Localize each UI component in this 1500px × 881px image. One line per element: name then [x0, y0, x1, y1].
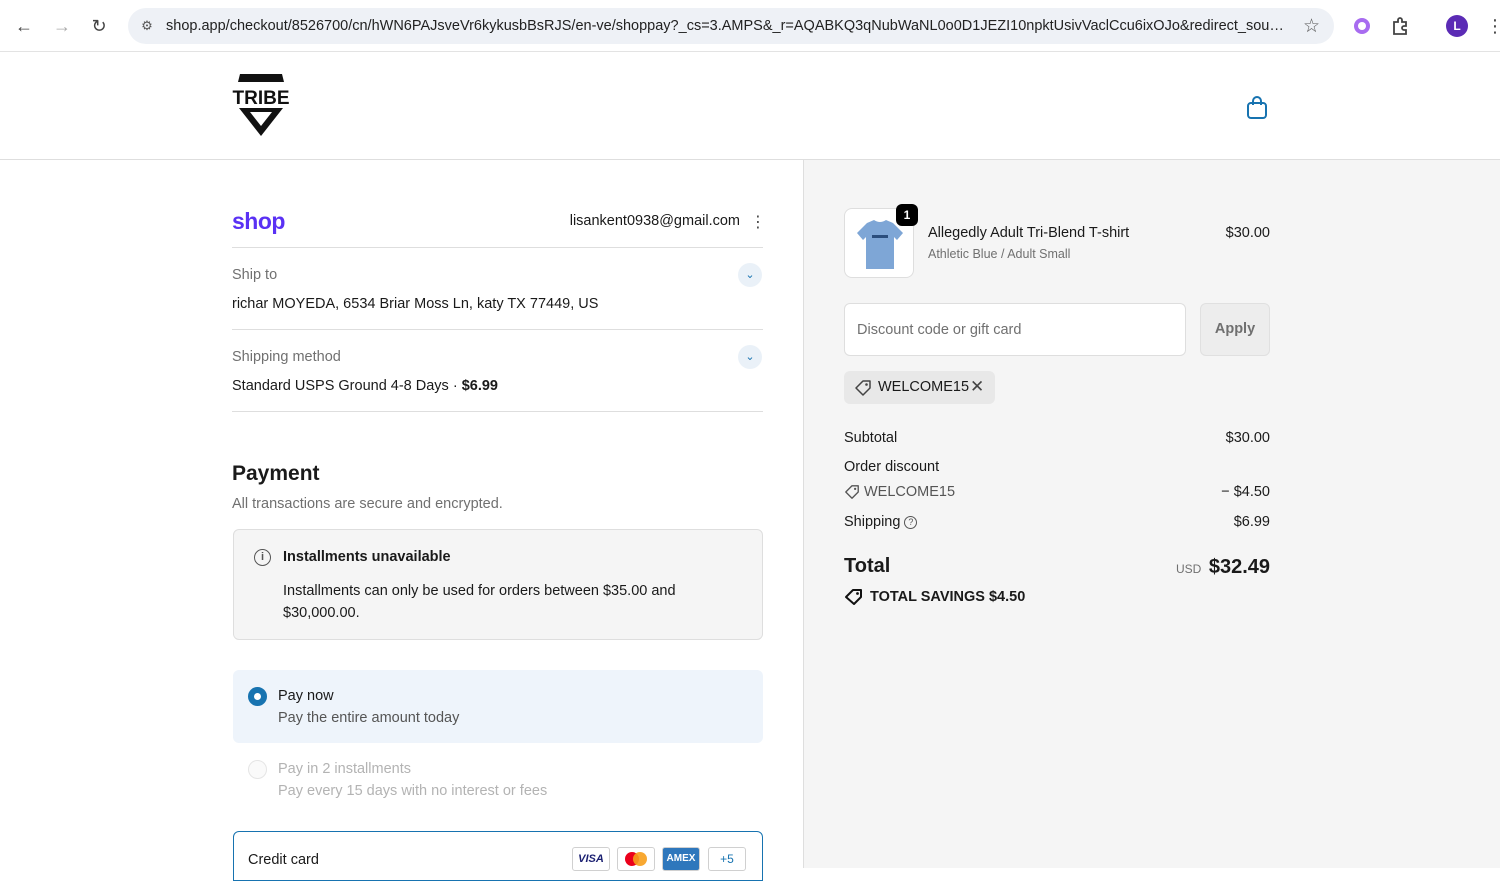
extension-icon[interactable] — [1350, 14, 1374, 38]
tag-icon — [845, 485, 859, 499]
shipping-method-expand-chevron-icon[interactable]: ⌄ — [738, 345, 762, 369]
remove-discount-close-icon[interactable]: ✕ — [970, 377, 984, 397]
bookmark-star-icon[interactable]: ☆ — [1303, 15, 1320, 38]
divider — [232, 247, 763, 248]
order-summary: 1 Allegedly Adult Tri-Blend T-shirt Athl… — [804, 160, 1500, 868]
product-price: $30.00 — [1225, 225, 1270, 241]
checkout-main: shop lisankent0938@gmail.com ⋮ Ship to ⌄… — [0, 160, 804, 881]
amex-icon: AMEX — [662, 847, 700, 871]
total-currency: USD — [1176, 562, 1202, 576]
pay-now-option[interactable]: Pay now Pay the entire amount today — [233, 670, 763, 743]
url-text[interactable]: shop.app/checkout/8526700/cn/hWN6PAJsveV… — [166, 17, 1286, 35]
shipping-label-text: Shipping — [844, 514, 901, 530]
ship-to-label: Ship to — [232, 267, 278, 283]
discount-code-input[interactable]: Discount code or gift card — [844, 303, 1186, 356]
ship-to-address: richar MOYEDA, 6534 Briar Moss Ln, katy … — [232, 296, 599, 312]
total-savings: TOTAL SAVINGS $4.50 — [870, 589, 1026, 605]
forward-icon[interactable]: → — [50, 14, 74, 38]
option-title: Pay now — [278, 688, 334, 704]
subtotal-value: $30.00 — [1225, 430, 1270, 446]
more-cards-badge: +5 — [708, 847, 746, 871]
store-header: TRIBE — [0, 52, 1500, 160]
discount-amount: − $4.50 — [1221, 484, 1270, 500]
total-value: $32.49 — [1208, 556, 1270, 578]
account-email: lisankent0938@gmail.com — [569, 213, 740, 229]
order-discount-label: Order discount — [844, 459, 940, 475]
browser-toolbar: ← → ↻ ⚙ shop.app/checkout/8526700/cn/hWN… — [0, 0, 1500, 52]
profile-avatar[interactable]: L — [1446, 15, 1468, 37]
mastercard-icon — [617, 847, 655, 871]
address-bar[interactable]: ⚙ shop.app/checkout/8526700/cn/hWN6PAJsv… — [128, 8, 1334, 44]
ship-to-expand-chevron-icon[interactable]: ⌄ — [738, 263, 762, 287]
quantity-badge: 1 — [896, 204, 918, 226]
cart-bag-icon[interactable] — [1244, 94, 1270, 120]
info-icon: i — [254, 549, 271, 566]
installments-radio — [248, 760, 267, 779]
credit-card-label: Credit card — [248, 852, 319, 868]
option-subtitle: Pay every 15 days with no interest or fe… — [278, 783, 548, 799]
shipping-value: $6.99 — [1233, 514, 1270, 530]
tag-icon — [855, 380, 871, 396]
back-icon[interactable]: ← — [12, 14, 36, 38]
installments-notice: i Installments unavailable Installments … — [233, 529, 763, 640]
pay-in-installments-option: Pay in 2 installments Pay every 15 days … — [233, 743, 763, 816]
reload-icon[interactable]: ↻ — [87, 14, 111, 38]
subtotal-label: Subtotal — [844, 430, 898, 446]
savings-tag-icon — [845, 589, 862, 605]
credit-card-option[interactable]: Credit card VISA AMEX +5 — [233, 831, 763, 881]
pay-now-radio[interactable] — [248, 687, 267, 706]
apply-discount-button[interactable]: Apply — [1200, 303, 1270, 356]
svg-text:TRIBE: TRIBE — [233, 88, 290, 109]
store-logo[interactable]: TRIBE — [232, 72, 290, 138]
shipping-method-name: Standard USPS Ground 4-8 Days · — [232, 378, 462, 394]
divider — [232, 411, 763, 412]
shipping-label: Shipping? — [844, 514, 918, 530]
extensions-puzzle-icon[interactable] — [1389, 14, 1413, 38]
shipping-method-label: Shipping method — [232, 349, 341, 365]
shipping-method-value: Standard USPS Ground 4-8 Days · $6.99 — [232, 378, 498, 394]
applied-code: WELCOME15 — [878, 379, 970, 395]
shop-pay-logo: shop — [232, 208, 285, 234]
site-settings-icon[interactable]: ⚙ — [138, 17, 156, 35]
total-label: Total — [844, 555, 891, 577]
browser-menu-icon[interactable]: ⋮ — [1486, 14, 1500, 38]
help-icon[interactable]: ? — [904, 516, 918, 529]
product-variant: Athletic Blue / Adult Small — [928, 247, 1071, 261]
applied-discount-tag: WELCOME15 ✕ — [844, 371, 995, 404]
visa-icon: VISA — [572, 847, 610, 871]
divider — [232, 329, 763, 330]
notice-title: Installments unavailable — [283, 549, 451, 565]
option-subtitle: Pay the entire amount today — [278, 710, 460, 726]
product-name: Allegedly Adult Tri-Blend T-shirt — [928, 225, 1130, 241]
notice-body: Installments can only be used for orders… — [283, 583, 676, 621]
payment-heading: Payment — [232, 462, 320, 485]
account-menu-icon[interactable]: ⋮ — [750, 212, 766, 232]
payment-subtitle: All transactions are secure and encrypte… — [232, 496, 503, 512]
shipping-method-price: $6.99 — [461, 378, 498, 394]
discount-code-label: WELCOME15 — [864, 484, 956, 500]
option-title: Pay in 2 installments — [278, 761, 411, 777]
